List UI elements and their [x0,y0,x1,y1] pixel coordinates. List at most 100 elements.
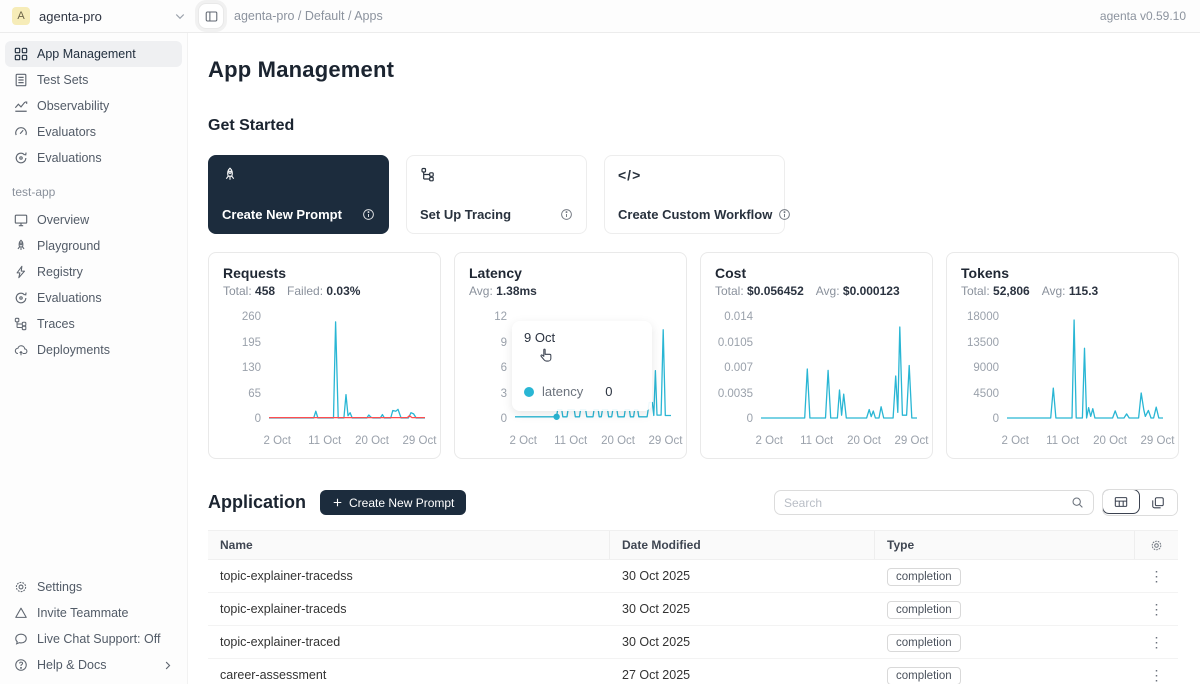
chart-stat: Total: 52,806 [961,284,1030,298]
sidebar-item-label: Evaluations [37,291,102,305]
x-axis-labels: 2 Oct11 Oct20 Oct29 Oct [1010,435,1168,453]
applications-table: Name Date Modified Type topic-explainer-… [208,530,1178,684]
x-tick-label: 29 Oct [649,435,683,447]
sidebar-item-playground[interactable]: Playground [5,233,182,259]
x-tick-label: 11 Oct [308,435,341,447]
sidebar-item-label: Traces [37,317,75,331]
column-header-name[interactable]: Name [208,531,610,559]
sidebar-item-registry[interactable]: Registry [5,259,182,285]
info-icon[interactable] [362,208,375,221]
version-label: agenta v0.59.10 [1100,9,1186,23]
sidebar-item-app-evaluations[interactable]: Evaluations [5,285,182,311]
app-date: 30 Oct 2025 [610,569,875,583]
info-icon[interactable] [778,208,791,221]
sidebar-item-label: Live Chat Support: Off [37,632,160,646]
table-view-button[interactable] [1102,489,1140,514]
refresh-circle-icon [14,291,28,305]
sidebar-toggle-button[interactable] [198,3,224,29]
table-row[interactable]: topic-explainer-traced 30 Oct 2025 compl… [208,626,1178,659]
column-settings-button[interactable] [1135,539,1178,552]
get-started-cards: Create New Prompt Set Up Tracing </> Cre… [208,155,1178,234]
column-header-date[interactable]: Date Modified [610,531,875,559]
sidebar-item-label: Deployments [37,343,110,357]
card-view-icon [1151,496,1165,510]
chart-stat: Failed: 0.03% [287,284,360,298]
series-color-dot [524,387,534,397]
sidebar-section-label: test-app [0,171,187,207]
x-tick-label: 11 Oct [800,435,833,447]
column-header-type[interactable]: Type [875,531,1135,559]
sidebar-item-app-management[interactable]: App Management [5,41,182,67]
sidebar-item-traces[interactable]: Traces [5,311,182,337]
sidebar-item-deployments[interactable]: Deployments [5,337,182,363]
sidebar-item-label: Playground [37,239,100,253]
create-new-prompt-button[interactable]: Create New Prompt [320,490,466,515]
requests-chart[interactable] [268,312,426,424]
code-icon: </> [618,167,771,183]
x-tick-label: 20 Oct [1093,435,1127,447]
tooltip-value: 0 [605,384,612,399]
card-view-button[interactable] [1139,490,1177,515]
info-icon[interactable] [560,208,573,221]
x-tick-label: 29 Oct [1141,435,1175,447]
app-name: topic-explainer-traceds [208,602,610,616]
x-tick-label: 20 Oct [601,435,635,447]
trace-tree-icon [14,317,28,331]
chevron-right-icon [162,660,173,671]
sidebar-item-settings[interactable]: Settings [5,574,182,600]
sidebar-item-evaluations[interactable]: Evaluations [5,145,182,171]
workspace-selector[interactable]: A agenta-pro [12,7,186,25]
create-custom-workflow-card[interactable]: </> Create Custom Workflow [604,155,785,234]
sidebar-item-observability[interactable]: Observability [5,93,182,119]
row-menu-button[interactable]: ⋮ [1150,670,1164,680]
sidebar-item-overview[interactable]: Overview [5,207,182,233]
app-name: topic-explainer-traced [208,635,610,649]
cost-chart[interactable] [760,312,918,424]
row-menu-button[interactable]: ⋮ [1150,571,1164,581]
app-date: 27 Oct 2025 [610,668,875,682]
card-label: Set Up Tracing [420,207,511,222]
sidebar-item-help-docs[interactable]: Help & Docs [5,652,182,678]
workspace-avatar: A [12,7,30,25]
table-row[interactable]: career-assessment 27 Oct 2025 completion… [208,659,1178,684]
x-tick-label: 20 Oct [847,435,881,447]
breadcrumb[interactable]: agenta-pro / Default / Apps [234,9,383,23]
application-header: Application Create New Prompt [208,489,1178,516]
y-axis-labels: 260195130650 [223,312,261,424]
refresh-circle-icon [14,151,28,165]
row-menu-button[interactable]: ⋮ [1150,604,1164,614]
tokens-chart[interactable] [1006,312,1164,424]
x-tick-label: 11 Oct [554,435,587,447]
sidebar-item-evaluators[interactable]: Evaluators [5,119,182,145]
sidebar-item-test-sets[interactable]: Test Sets [5,67,182,93]
panel-left-icon [205,10,218,23]
y-axis-labels: 129630 [469,312,507,424]
app-name: career-assessment [208,668,610,682]
search-input[interactable] [784,496,1071,510]
sidebar-item-invite-teammate[interactable]: Invite Teammate [5,600,182,626]
chevron-down-icon [174,10,186,22]
set-up-tracing-card[interactable]: Set Up Tracing [406,155,587,234]
sidebar-item-live-chat[interactable]: Live Chat Support: Off [5,626,182,652]
row-menu-button[interactable]: ⋮ [1150,637,1164,647]
create-new-prompt-card[interactable]: Create New Prompt [208,155,389,234]
type-badge: completion [887,568,961,586]
sidebar-item-label: Evaluators [37,125,96,139]
x-axis-labels: 2 Oct11 Oct20 Oct29 Oct [764,435,922,453]
monitor-icon [14,213,28,227]
x-tick-label: 2 Oct [756,435,783,447]
rocket-icon [222,167,375,183]
series-tokens [1007,320,1163,418]
sidebar-item-label: Evaluations [37,151,102,165]
hovered-data-point [553,414,559,420]
sidebar-item-label: App Management [37,47,136,61]
application-heading: Application [208,492,306,513]
invite-teammate-icon [14,606,28,620]
table-row[interactable]: topic-explainer-traceds 30 Oct 2025 comp… [208,593,1178,626]
main-content: App Management Get Started Create New Pr… [188,33,1200,684]
x-tick-label: 2 Oct [510,435,537,447]
page-title: App Management [208,57,1178,83]
table-row[interactable]: topic-explainer-tracedss 30 Oct 2025 com… [208,560,1178,593]
workspace-name: agenta-pro [39,9,102,24]
search-box[interactable] [774,490,1094,515]
